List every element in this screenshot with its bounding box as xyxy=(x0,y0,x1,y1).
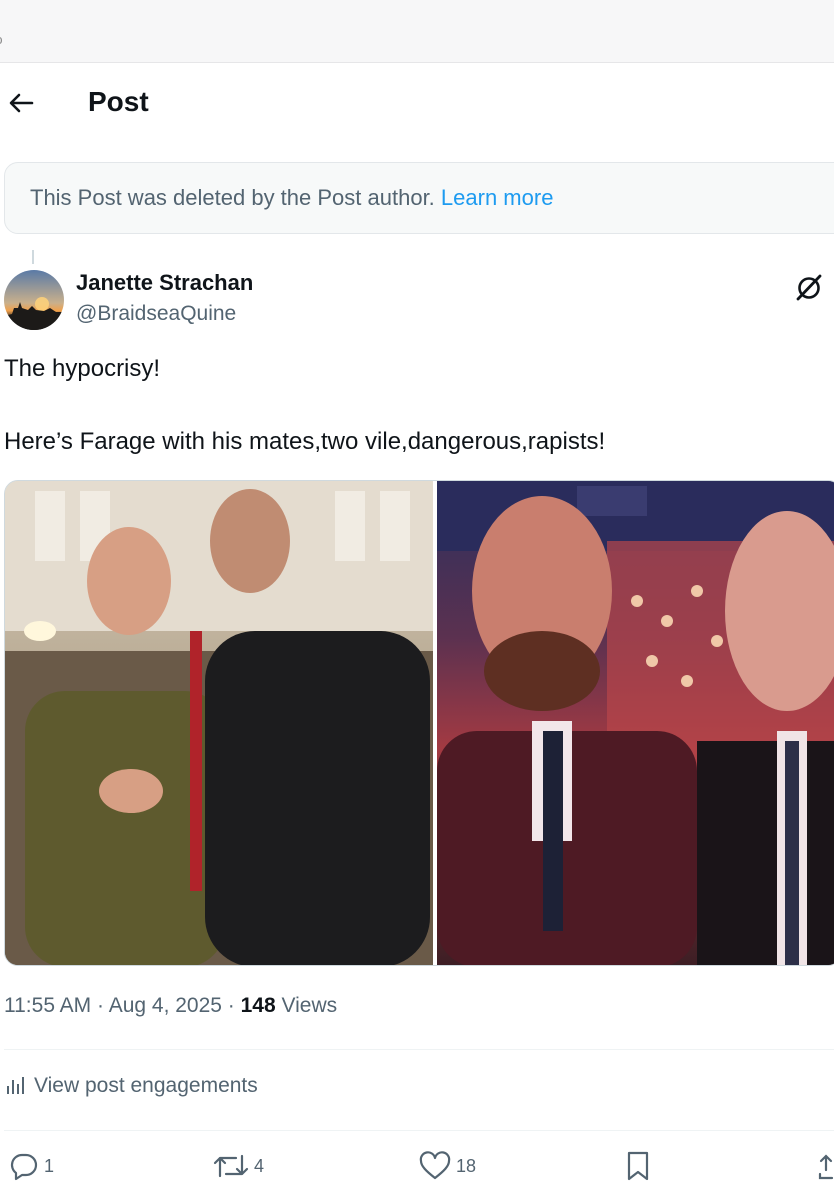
meta-separator: · xyxy=(227,994,241,1017)
like-count: 18 xyxy=(456,1155,477,1176)
post-photo-right[interactable] xyxy=(437,481,834,965)
grok-icon[interactable] xyxy=(794,272,824,302)
like-button[interactable]: 18 xyxy=(418,1150,476,1182)
author-handle[interactable]: @BraidseaQuine xyxy=(76,302,236,326)
analytics-icon xyxy=(7,1077,24,1095)
post-text-line1: The hypocrisy! xyxy=(4,355,161,382)
photo-right-scene xyxy=(437,481,834,965)
page-title: Post xyxy=(88,86,149,117)
post-text-line2: Here’s Farage with his mates,two vile,da… xyxy=(4,428,606,455)
thread-connector xyxy=(32,250,34,264)
post-date[interactable]: Aug 4, 2025 xyxy=(109,994,222,1017)
view-engagements-link[interactable]: View post engagements xyxy=(4,1074,258,1098)
photo-left-scene xyxy=(5,481,433,965)
views-label: Views xyxy=(281,994,338,1017)
view-engagements-label: View post engagements xyxy=(34,1074,258,1097)
post-photo-left[interactable] xyxy=(5,481,433,965)
views-count: 148 xyxy=(240,994,276,1017)
learn-more-link[interactable]: Learn more xyxy=(441,185,554,210)
repost-button[interactable]: 4 xyxy=(212,1150,264,1182)
author-name[interactable]: Janette Strachan xyxy=(76,270,253,296)
cropped-glyph: ɔ xyxy=(0,32,3,47)
repost-count: 4 xyxy=(254,1155,265,1176)
post-media xyxy=(4,480,834,966)
meta-separator: · xyxy=(97,994,109,1017)
divider xyxy=(4,1049,834,1050)
post-time[interactable]: 11:55 AM xyxy=(4,994,91,1017)
back-arrow-icon[interactable] xyxy=(6,88,36,118)
post-header: Post xyxy=(0,62,834,146)
divider xyxy=(4,1130,834,1131)
post-meta: 11:55 AM · Aug 4, 2025 · 148 Views xyxy=(4,994,337,1018)
bookmark-icon xyxy=(627,1151,649,1181)
reply-count: 1 xyxy=(44,1155,55,1176)
avatar[interactable] xyxy=(4,270,64,330)
share-button[interactable] xyxy=(818,1150,834,1182)
reply-button[interactable]: 1 xyxy=(8,1150,54,1182)
deleted-post-banner: This Post was deleted by the Post author… xyxy=(4,162,834,234)
like-icon xyxy=(419,1151,451,1180)
deleted-message: This Post was deleted by the Post author… xyxy=(30,185,435,210)
reply-icon xyxy=(10,1153,38,1181)
avatar-skyline xyxy=(4,297,64,330)
repost-icon xyxy=(213,1154,249,1178)
browser-top-strip: ɔ xyxy=(0,0,834,63)
share-icon xyxy=(818,1154,834,1180)
bookmark-button[interactable] xyxy=(624,1150,656,1182)
